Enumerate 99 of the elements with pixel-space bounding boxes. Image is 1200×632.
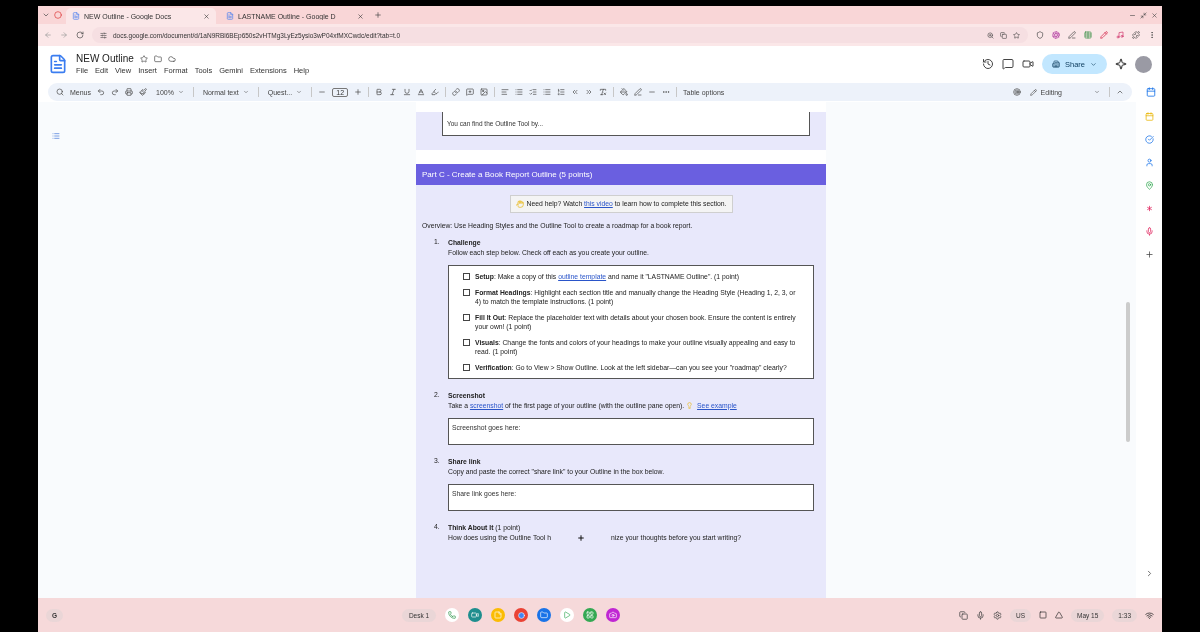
- mic-icon[interactable]: [976, 610, 985, 620]
- docs-icon[interactable]: [226, 12, 234, 20]
- new-tab-icon[interactable]: [374, 11, 382, 19]
- history-icon[interactable]: [982, 58, 994, 70]
- add-icon[interactable]: [1144, 250, 1154, 259]
- section-heading: Part C - Create a Book Report Outline (5 points): [416, 164, 826, 185]
- paint-format-icon[interactable]: [139, 88, 147, 96]
- avatar[interactable]: [1135, 55, 1152, 73]
- text-color-icon[interactable]: [417, 88, 426, 96]
- docs-logo-icon[interactable]: [48, 54, 68, 74]
- line-spacing-icon[interactable]: [515, 88, 524, 96]
- numbered-list-icon[interactable]: [557, 88, 566, 96]
- bookmark-icon[interactable]: [1013, 31, 1020, 39]
- checkbox[interactable]: [463, 288, 470, 296]
- border-width-icon[interactable]: [648, 88, 657, 96]
- search-icon[interactable]: [56, 88, 64, 96]
- border-dash-icon[interactable]: [662, 88, 671, 96]
- increase-indent-icon[interactable]: [585, 88, 594, 96]
- align-icon[interactable]: [501, 88, 510, 96]
- status-icon[interactable]: [1039, 611, 1047, 619]
- redo-icon[interactable]: [111, 88, 119, 96]
- sparkle-icon[interactable]: [1115, 58, 1127, 70]
- checkbox[interactable]: [463, 338, 470, 346]
- italic-icon[interactable]: [389, 88, 398, 96]
- docs-icon[interactable]: [72, 12, 80, 20]
- cloud-icon[interactable]: [167, 54, 176, 63]
- add-comment-icon[interactable]: [466, 88, 475, 96]
- decrease-indent-icon[interactable]: [571, 88, 580, 96]
- bold-icon[interactable]: [375, 88, 384, 96]
- site-settings-icon[interactable]: [100, 31, 107, 39]
- pen-icon[interactable]: [1068, 31, 1076, 39]
- star-icon[interactable]: [139, 54, 148, 63]
- underline-icon[interactable]: [403, 88, 412, 96]
- wifi-icon[interactable]: [1145, 610, 1154, 620]
- calendar-icon[interactable]: [1146, 87, 1156, 97]
- files-icon[interactable]: [537, 608, 552, 622]
- checkbox[interactable]: [463, 273, 470, 281]
- checkbox[interactable]: [463, 363, 470, 371]
- zoom-icon[interactable]: [987, 31, 994, 39]
- mic-icon[interactable]: [1144, 227, 1154, 236]
- more-icon[interactable]: [1148, 31, 1156, 39]
- caret-icon: [1090, 60, 1097, 68]
- caret-icon: [177, 89, 184, 95]
- collapse-icon[interactable]: [1116, 88, 1124, 96]
- caret-icon: [296, 89, 303, 95]
- clear-formatting-icon[interactable]: [599, 88, 608, 96]
- print-icon[interactable]: [125, 88, 133, 96]
- settings-icon[interactable]: [993, 610, 1002, 620]
- close-icon[interactable]: [203, 12, 210, 20]
- asterisk-icon[interactable]: [1144, 204, 1154, 213]
- caret-icon: [1094, 89, 1100, 95]
- checkbox[interactable]: [463, 313, 470, 321]
- record-icon[interactable]: [54, 11, 62, 19]
- clipboard-icon[interactable]: [959, 610, 968, 620]
- undo-icon[interactable]: [97, 88, 105, 96]
- extension-icon[interactable]: [1116, 31, 1124, 39]
- play-store-icon[interactable]: [560, 608, 575, 622]
- close-icon[interactable]: [357, 12, 364, 20]
- tab-search-icon[interactable]: [42, 11, 50, 19]
- tasks-icon[interactable]: [1144, 135, 1154, 144]
- cast-icon[interactable]: [1000, 31, 1007, 39]
- border-color-icon[interactable]: [634, 88, 643, 96]
- restore-icon[interactable]: [1140, 11, 1147, 19]
- contacts-icon[interactable]: [1144, 158, 1154, 167]
- hand-icon: [515, 199, 524, 208]
- phone-icon[interactable]: [445, 608, 460, 622]
- folder-icon[interactable]: [153, 54, 162, 63]
- document-title[interactable]: NEW Outline: [76, 53, 134, 64]
- bullet-list-icon[interactable]: [543, 88, 552, 96]
- image-icon[interactable]: [480, 88, 489, 96]
- lightbulb-icon: [686, 402, 694, 410]
- camera-icon[interactable]: [606, 608, 621, 622]
- pencil-icon: [1029, 88, 1037, 96]
- video-call-icon[interactable]: [1022, 58, 1034, 70]
- comments-icon[interactable]: [1002, 58, 1014, 70]
- close-icon[interactable]: [1151, 11, 1158, 19]
- share-icon: [1052, 60, 1060, 68]
- extension-icon[interactable]: [1052, 31, 1060, 39]
- sheets-icon[interactable]: [583, 608, 598, 622]
- record-icon[interactable]: [1012, 88, 1021, 96]
- warning-icon[interactable]: [1055, 611, 1063, 619]
- shield-icon[interactable]: [1036, 31, 1044, 39]
- maps-icon[interactable]: [1144, 181, 1154, 190]
- highlight-icon[interactable]: [431, 88, 440, 96]
- extension-icon[interactable]: [1084, 31, 1092, 39]
- pencil-icon[interactable]: [1100, 31, 1108, 39]
- meet-icon[interactable]: [468, 608, 483, 622]
- cursor-icon: [577, 533, 586, 542]
- browser-icon[interactable]: [514, 608, 529, 622]
- calendar-icon[interactable]: [1144, 112, 1154, 121]
- extensions-icon[interactable]: [1132, 31, 1140, 39]
- fill-color-icon[interactable]: [620, 88, 629, 96]
- link-icon[interactable]: [452, 88, 461, 96]
- checklist-icon[interactable]: [529, 88, 538, 96]
- outline-icon[interactable]: [52, 132, 60, 140]
- increase-size-icon[interactable]: [354, 88, 363, 96]
- caret-icon: [242, 89, 249, 95]
- decrease-size-icon[interactable]: [318, 88, 327, 96]
- reload-icon[interactable]: [76, 31, 84, 39]
